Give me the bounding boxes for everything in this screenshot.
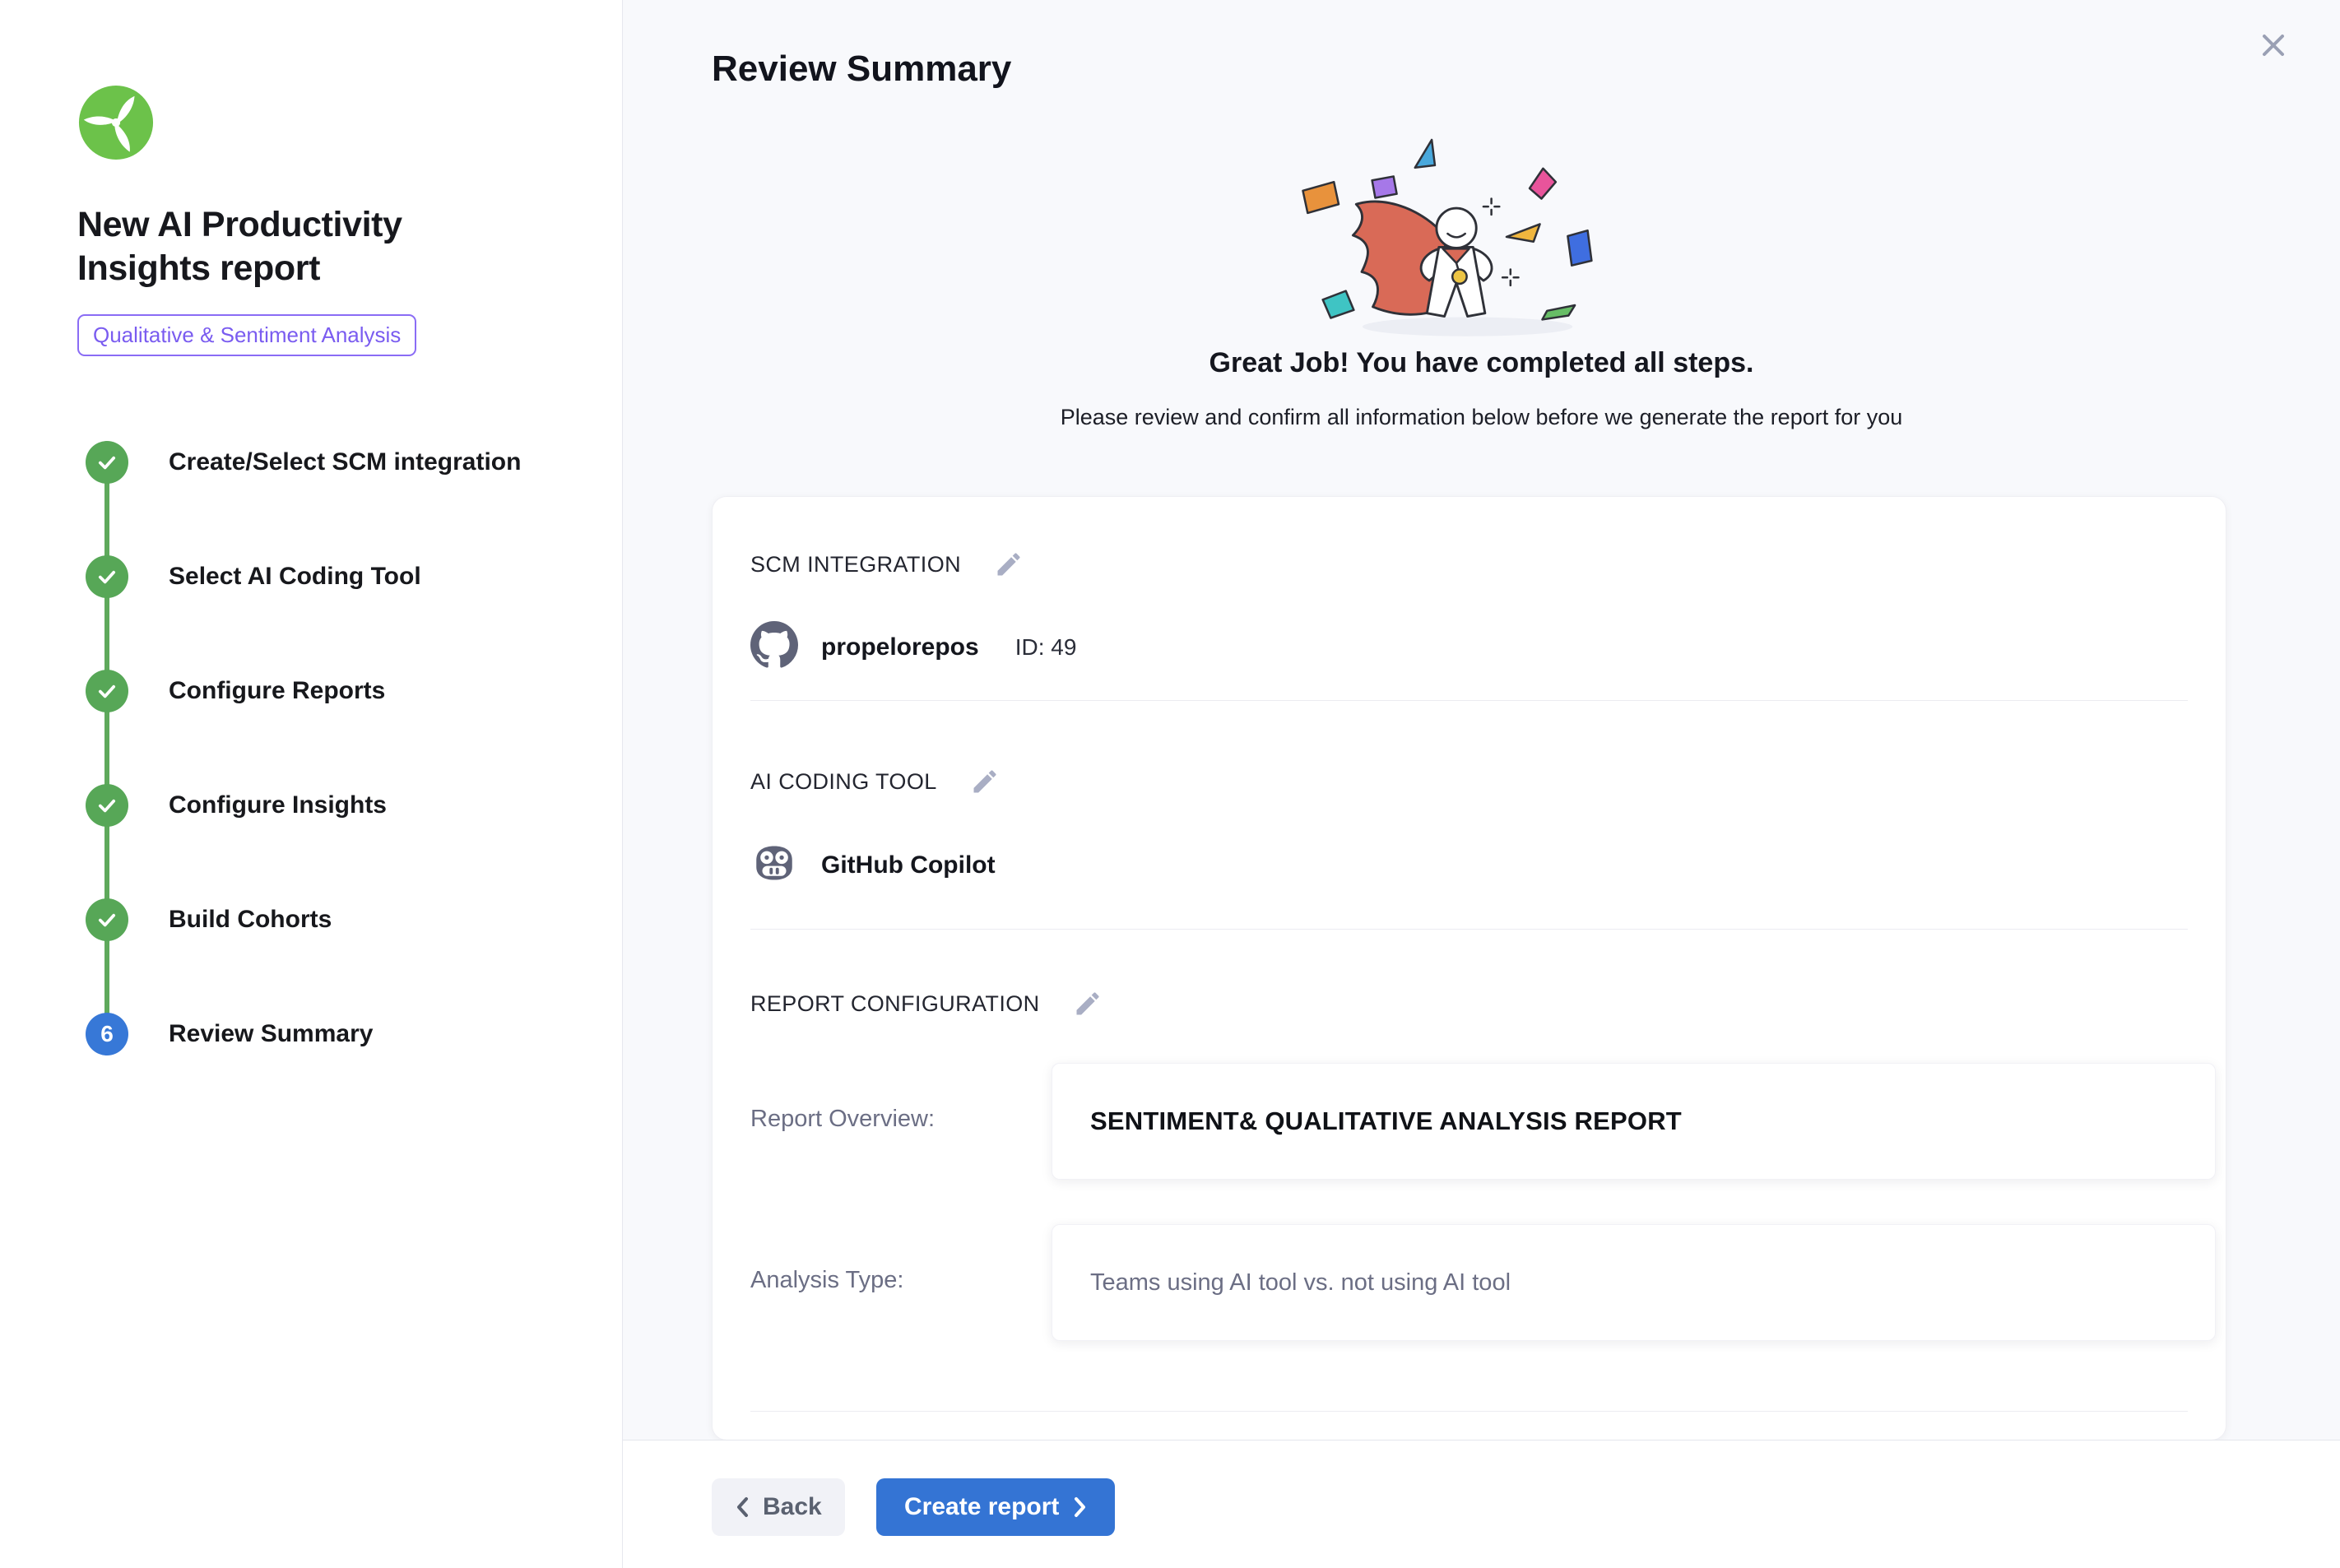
hero-heading: Great Job! You have completed all steps. [623,347,2340,379]
github-icon [750,621,798,673]
wizard-sidebar: New AI Productivity Insights report Qual… [0,0,623,1568]
edit-report-configuration-icon[interactable] [1073,989,1103,1018]
report-configuration-section-header: REPORT CONFIGURATION [750,989,1103,1018]
step-label: Configure Insights [169,791,387,819]
analysis-type-value: Teams using AI tool vs. not using AI too… [1090,1269,1511,1297]
scm-integration-section-header: SCM INTEGRATION [750,550,1024,579]
section-divider [750,929,2188,930]
report-overview-value-box: SENTIMENT& QUALITATIVE ANALYSIS REPORT [1052,1063,2216,1180]
report-overview-label: Report Overview: [750,1106,935,1133]
wizard-footer: Back Create report [623,1440,2340,1568]
review-summary-panel: Review Summary [623,0,2340,1440]
create-report-button[interactable]: Create report [876,1478,1115,1536]
edit-ai-coding-tool-icon[interactable] [970,767,1000,796]
step-done-check-icon [86,784,128,827]
report-overview-value: SENTIMENT& QUALITATIVE ANALYSIS REPORT [1090,1106,1682,1136]
step-build-cohorts[interactable]: Build Cohorts [86,898,579,941]
section-divider [750,1411,2188,1412]
step-create-select-scm-integration[interactable]: Create/Select SCM integration [86,441,579,484]
step-select-ai-coding-tool[interactable]: Select AI Coding Tool [86,555,579,598]
step-label: Review Summary [169,1020,373,1048]
report-type-badge: Qualitative & Sentiment Analysis [77,314,416,356]
chevron-left-icon [735,1496,750,1519]
page-title: Review Summary [712,49,1011,90]
ai-coding-tool-name: GitHub Copilot [821,851,996,879]
close-icon[interactable] [2254,26,2292,64]
step-label: Select AI Coding Tool [169,563,421,591]
scm-integration-value-row: propelorepos ID: 49 [750,621,1076,673]
summary-card: SCM INTEGRATION propelorepos ID: 49 AI C… [712,496,2226,1440]
stepper-connector-line [104,462,109,1033]
chevron-right-icon [1072,1496,1087,1519]
step-active-number-badge: 6 [86,1013,128,1055]
step-configure-insights[interactable]: Configure Insights [86,784,579,827]
scm-integration-name: propelorepos [821,633,979,661]
scm-integration-id: ID: 49 [1015,634,1077,661]
ai-coding-tool-section-header: AI CODING TOOL [750,767,1000,796]
step-done-check-icon [86,670,128,712]
report-configuration-label: REPORT CONFIGURATION [750,991,1040,1017]
wizard-title: New AI Productivity Insights report [77,203,513,291]
step-label: Build Cohorts [169,906,332,934]
step-label: Configure Reports [169,677,385,705]
step-done-check-icon [86,898,128,941]
create-report-button-label: Create report [904,1493,1059,1521]
step-review-summary[interactable]: 6 Review Summary [86,1013,579,1055]
analysis-type-value-box: Teams using AI tool vs. not using AI too… [1052,1224,2216,1341]
analysis-type-label: Analysis Type: [750,1267,903,1294]
section-divider [750,700,2188,701]
hero-subheading: Please review and confirm all informatio… [623,405,2340,430]
propeller-logo-icon [77,84,155,161]
step-done-check-icon [86,555,128,598]
edit-scm-integration-icon[interactable] [994,550,1024,579]
step-number: 6 [100,1021,114,1047]
celebration-illustration [1251,115,1712,354]
github-copilot-icon [750,839,798,891]
back-button[interactable]: Back [712,1478,845,1536]
step-configure-reports[interactable]: Configure Reports [86,670,579,712]
ai-coding-tool-value-row: GitHub Copilot [750,839,996,891]
back-button-label: Back [763,1493,822,1521]
step-done-check-icon [86,441,128,484]
wizard-stepper: Create/Select SCM integration Select AI … [86,441,579,1055]
ai-coding-tool-label: AI CODING TOOL [750,769,937,795]
step-label: Create/Select SCM integration [169,448,521,476]
scm-integration-label: SCM INTEGRATION [750,552,961,578]
